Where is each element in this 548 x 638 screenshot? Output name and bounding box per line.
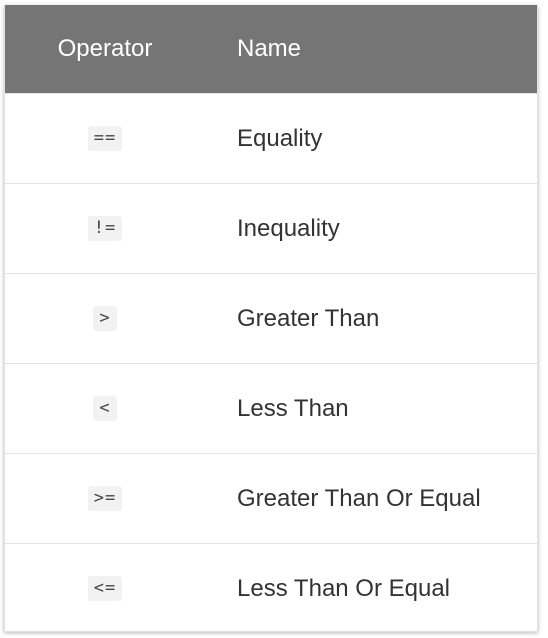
table-row: >= Greater Than Or Equal (5, 453, 537, 543)
operator-code: != (87, 216, 123, 241)
operator-name: Less Than (237, 394, 349, 422)
operator-code: < (93, 396, 117, 421)
operator-name: Inequality (237, 214, 340, 242)
header-operator: Operator (57, 35, 153, 62)
table-row: > Greater Than (5, 273, 537, 363)
operator-name: Greater Than Or Equal (237, 484, 481, 512)
table-row: != Inequality (5, 183, 537, 273)
operator-table: Operator Name == Equality != Inequality … (4, 5, 538, 632)
operator-name: Less Than Or Equal (237, 574, 451, 602)
table-row: < Less Than (5, 363, 537, 453)
table-row: == Equality (5, 93, 537, 183)
operator-code: == (87, 126, 123, 151)
table-row: <= Less Than Or Equal (5, 543, 537, 631)
operator-code: >= (87, 486, 123, 511)
operator-code: <= (87, 576, 123, 601)
operator-name: Greater Than (237, 304, 380, 332)
operator-code: > (93, 306, 117, 331)
operator-name: Equality (237, 124, 323, 152)
header-name: Name (237, 35, 302, 62)
table-header-row: Operator Name (5, 5, 537, 93)
